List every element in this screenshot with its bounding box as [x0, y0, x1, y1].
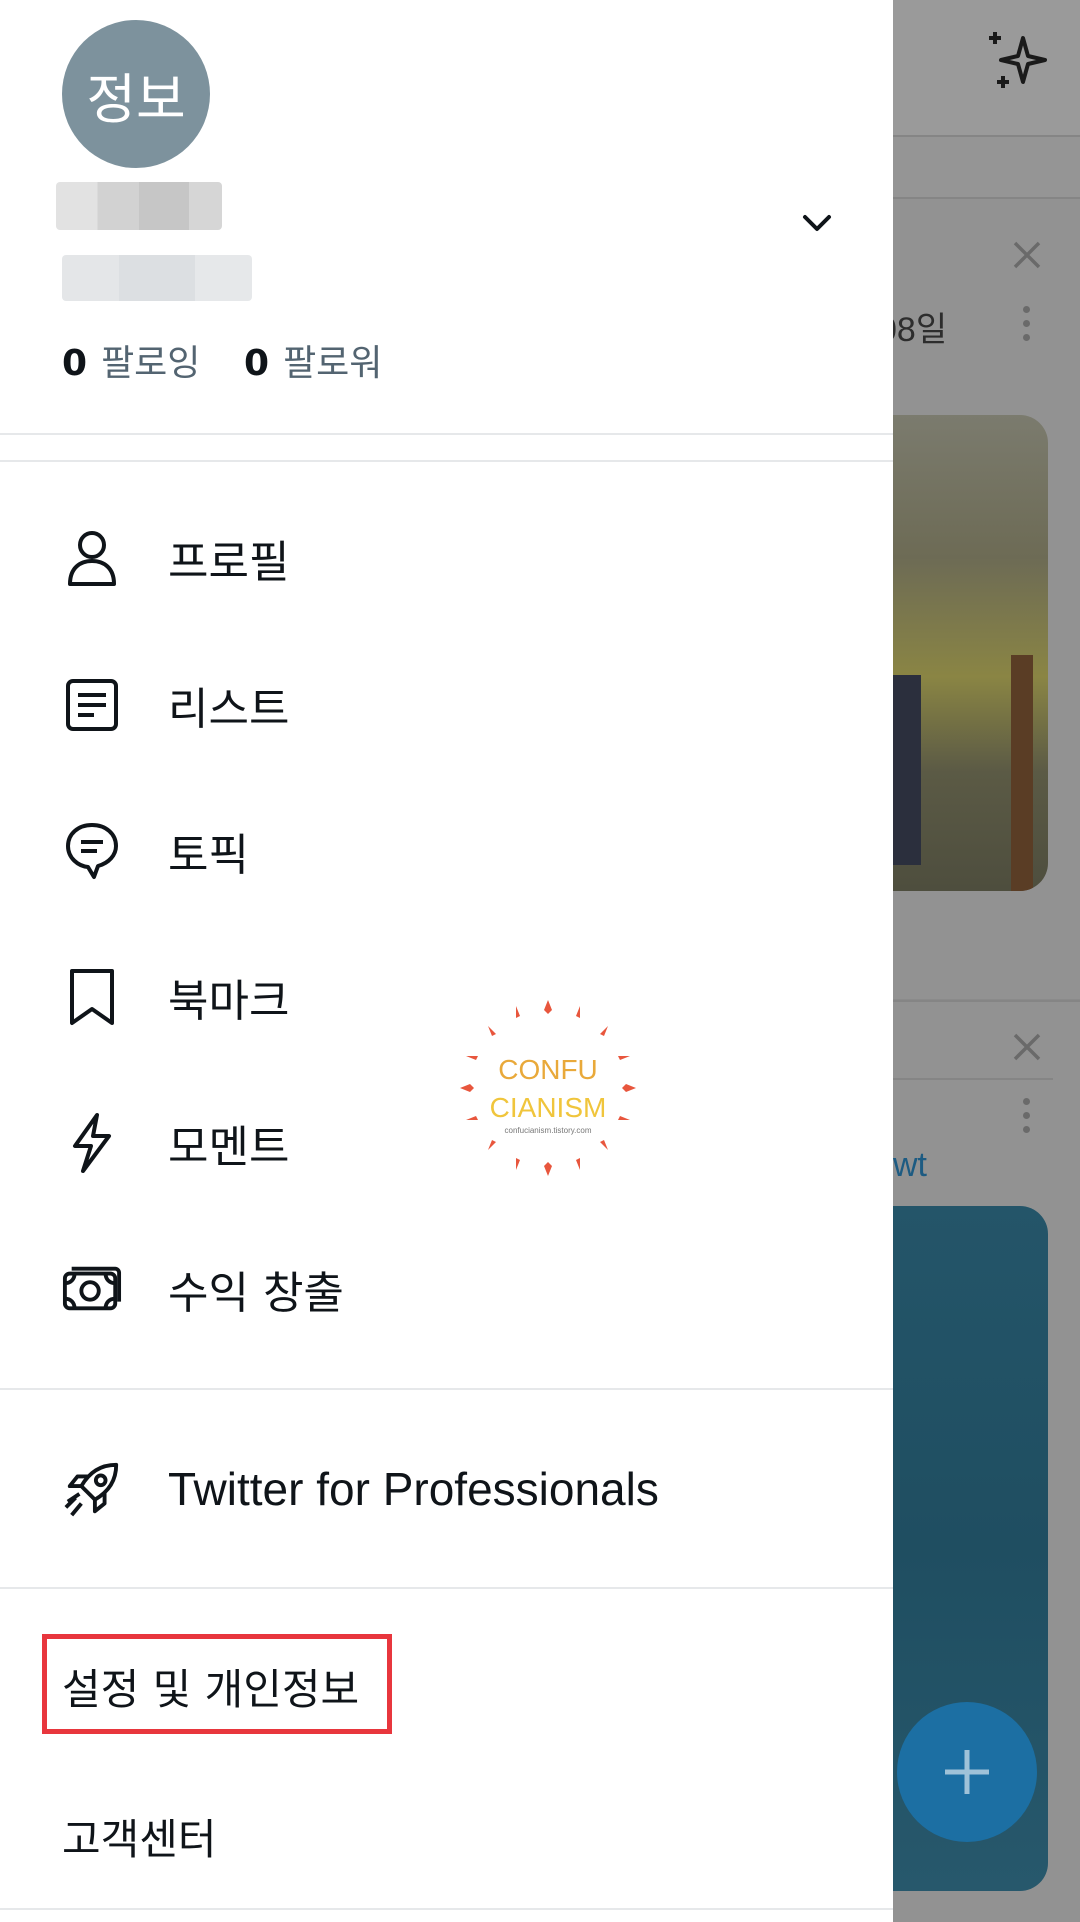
plus-icon: [945, 1750, 989, 1794]
more-icon[interactable]: [1023, 306, 1031, 348]
close-icon[interactable]: [1010, 238, 1044, 272]
help-center-link[interactable]: 고객센터: [62, 1806, 217, 1867]
lightning-icon: [62, 1113, 122, 1173]
following-count: 0: [62, 343, 88, 384]
display-name-redacted: [56, 182, 222, 230]
divider: [0, 1908, 893, 1910]
divider: [0, 460, 893, 462]
following-link[interactable]: 0 팔로잉: [62, 334, 200, 386]
menu-item-label: 토픽: [168, 830, 249, 881]
topic-icon: [62, 821, 122, 881]
tweet-link[interactable]: wt: [893, 1146, 927, 1185]
menu-item-label: 모멘트: [168, 1122, 290, 1173]
avatar[interactable]: 정보: [62, 20, 210, 168]
divider: [0, 1388, 893, 1390]
divider: [0, 433, 893, 435]
sparkle-icon[interactable]: [985, 28, 1049, 92]
settings-and-privacy-link[interactable]: 설정 및 개인정보: [62, 1656, 359, 1717]
more-icon[interactable]: [1023, 1098, 1031, 1140]
watermark-line3: confucianism.tistory.com: [504, 1126, 592, 1135]
menu-item-bookmarks[interactable]: 북마크: [0, 942, 893, 1052]
close-icon[interactable]: [1010, 1030, 1044, 1064]
compose-button[interactable]: [897, 1702, 1037, 1842]
watermark-line1: CONFU: [498, 1054, 598, 1085]
following-label: 팔로잉: [101, 343, 201, 384]
followers-label: 팔로워: [283, 343, 383, 384]
list-icon: [62, 675, 122, 735]
tweet-image[interactable]: [893, 415, 1048, 891]
timeline-tab-row: [893, 137, 1080, 199]
menu-item-professionals[interactable]: Twitter for Professionals: [0, 1434, 893, 1544]
menu-item-profile[interactable]: 프로필: [0, 503, 893, 613]
menu-item-topics[interactable]: 토픽: [0, 796, 893, 906]
person-icon: [62, 528, 122, 588]
menu-item-label: Twitter for Professionals: [168, 1463, 659, 1515]
menu-item-lists[interactable]: 리스트: [0, 650, 893, 760]
menu-item-label: 리스트: [168, 684, 290, 735]
followers-link[interactable]: 0 팔로워: [244, 334, 382, 386]
menu-item-label: 북마크: [168, 976, 290, 1027]
watermark-line2: CIANISM: [489, 1092, 607, 1123]
divider: [0, 1587, 893, 1589]
bookmark-icon: [62, 967, 122, 1027]
username-redacted: [62, 255, 252, 301]
followers-count: 0: [244, 343, 270, 384]
menu-item-moments[interactable]: 모멘트: [0, 1088, 893, 1198]
money-icon: [62, 1259, 122, 1319]
chevron-down-icon[interactable]: [800, 206, 834, 240]
divider: [893, 1078, 1053, 1080]
navigation-drawer: 정보 0 팔로잉 0 팔로워 프로필 리스트 토픽 북마크 모멘트 수익 창출 …: [0, 0, 893, 1920]
menu-item-monetization[interactable]: 수익 창출: [0, 1234, 893, 1344]
menu-item-label: 프로필: [168, 537, 290, 588]
rocket-icon: [62, 1459, 122, 1519]
menu-item-label: 수익 창출: [168, 1268, 344, 1319]
watermark-stamp: CONFU CIANISM confucianism.tistory.com: [458, 998, 638, 1178]
